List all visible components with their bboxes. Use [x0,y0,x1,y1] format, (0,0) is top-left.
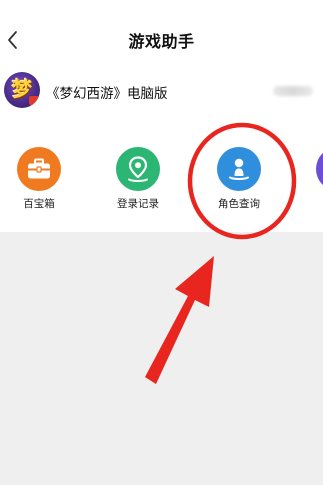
tool-icon-bg [17,147,61,191]
game-row[interactable]: 梦 《梦幻西游》电脑版 [0,70,323,112]
tool-partial[interactable]: 角 [306,140,323,220]
tool-character-query[interactable]: 角色查询 [207,140,271,220]
location-pin-icon [128,156,148,182]
game-logo: 梦 [4,72,40,108]
tool-label: 角色查询 [218,198,260,210]
tool-login-records[interactable]: 登录记录 [106,140,170,220]
game-assistant-screen: 游戏助手 梦 《梦幻西游》电脑版 百宝箱 登录记录 角色查询 [0,0,323,485]
tool-icon-bg [316,147,323,191]
page-title: 游戏助手 [128,32,195,51]
character-icon [229,158,249,180]
blurred-account-value [273,86,313,96]
tools-row: 百宝箱 登录记录 角色查询 [0,140,323,220]
toolbox-icon [28,158,50,179]
tool-label: 登录记录 [117,198,159,210]
tool-toolbox[interactable]: 百宝箱 [7,140,71,220]
nav-bar: 游戏助手 [0,0,323,72]
tool-label: 百宝箱 [23,198,55,210]
top-panel: 游戏助手 梦 《梦幻西游》电脑版 百宝箱 登录记录 角色查询 [0,0,323,232]
logo-tag [29,96,40,105]
game-name: 《梦幻西游》电脑版 [46,86,168,102]
tool-icon-bg [116,147,160,191]
tool-icon-bg [217,147,261,191]
pointer-arrow [145,256,214,384]
tool-label: 角 [300,196,323,211]
